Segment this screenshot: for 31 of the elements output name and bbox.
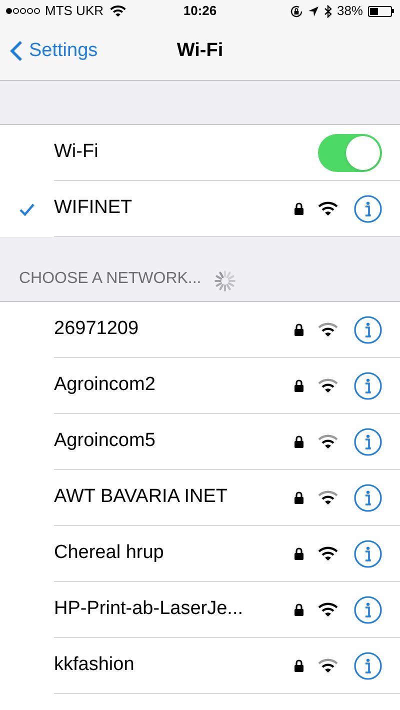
- network-name: kkfashion: [54, 653, 136, 678]
- network-name: Chereal hrup: [54, 541, 165, 566]
- clock-time: 10:26: [183, 2, 217, 20]
- info-icon[interactable]: [354, 596, 382, 624]
- info-icon[interactable]: [354, 316, 382, 344]
- info-icon[interactable]: [354, 652, 382, 680]
- chevron-left-icon: [10, 40, 23, 62]
- page-title: Wi-Fi: [176, 38, 224, 63]
- bluetooth-icon: [324, 4, 332, 18]
- battery-percent: 38%: [336, 2, 363, 20]
- location-arrow-icon: [308, 6, 319, 16]
- info-icon[interactable]: [354, 428, 382, 456]
- info-icon[interactable]: [354, 372, 382, 400]
- section-header: CHOOSE A NETWORK...: [19, 269, 202, 289]
- wifi-toggle[interactable]: [318, 134, 382, 172]
- wifi-label: Wi-Fi: [54, 140, 100, 164]
- network-name: Agroincom5: [54, 429, 156, 454]
- network-name: Agroincom2: [54, 373, 156, 398]
- info-icon[interactable]: [354, 194, 382, 222]
- network-name: AWT BAVARIA INET: [54, 485, 228, 510]
- wifi-icon: [110, 5, 126, 17]
- network-name: WIFINET: [54, 196, 134, 220]
- battery-icon: [368, 6, 394, 16]
- info-icon[interactable]: [354, 540, 382, 568]
- carrier-name: MTS UKR: [45, 2, 104, 20]
- info-icon[interactable]: [354, 484, 382, 512]
- back-button[interactable]: Settings: [0, 36, 98, 66]
- loading-spinner-icon: [213, 269, 238, 293]
- network-name: 26971209: [54, 317, 140, 342]
- network-name: HP-Print-ab-LaserJe...: [54, 597, 244, 622]
- rotation-lock-icon: [290, 4, 303, 18]
